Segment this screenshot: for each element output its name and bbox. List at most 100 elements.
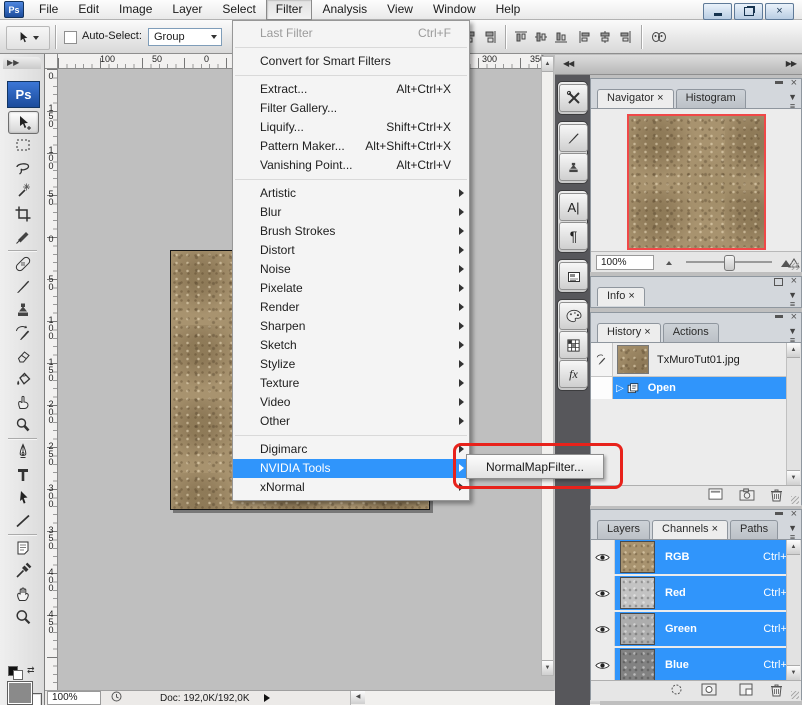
align-right-edges-button[interactable] (482, 29, 499, 45)
clone-stamp-tool[interactable] (8, 299, 37, 320)
distribute-vertical-centers-button[interactable] (533, 29, 550, 45)
panel-tab[interactable]: Navigator × (597, 89, 674, 108)
filter-menu-item[interactable] (235, 435, 467, 436)
expand-dock-icon[interactable]: ▶▶ (786, 59, 796, 68)
channel-visibility-cell[interactable] (591, 540, 615, 574)
channel-visibility-cell[interactable] (591, 576, 615, 610)
history-state-row[interactable]: ▷ Open (591, 377, 801, 399)
filter-menu-item[interactable]: Video (233, 393, 469, 412)
filter-menu-item[interactable]: Last Filter Ctrl+F (233, 24, 469, 43)
channel-visibility-cell[interactable] (591, 612, 615, 646)
menubar-item[interactable]: Window (423, 0, 486, 20)
brushes-panel-button[interactable] (559, 124, 588, 152)
panel-tab[interactable]: Actions (663, 323, 719, 342)
minimize-panel-icon[interactable] (775, 81, 783, 84)
brush-tool[interactable] (8, 276, 37, 297)
character-panel-button[interactable]: A| (559, 193, 588, 221)
close-panel-icon[interactable]: × (791, 508, 797, 520)
history-snapshot-thumbnail[interactable] (617, 345, 649, 374)
filter-menu-item[interactable]: Sharpen (233, 317, 469, 336)
channel-row[interactable]: RGB Ctrl+~ (591, 540, 801, 574)
filter-menu-item[interactable]: Artistic (233, 184, 469, 203)
minimize-panel-icon[interactable] (775, 315, 783, 318)
scroll-up-icon[interactable]: ▲ (542, 57, 553, 72)
menubar-item[interactable]: Help (486, 0, 531, 20)
move-tool[interactable] (8, 111, 39, 134)
line-tool[interactable] (8, 510, 37, 531)
clone-source-panel-button[interactable] (559, 153, 588, 181)
resize-grip[interactable] (791, 262, 799, 270)
history-brush-tool[interactable] (8, 322, 37, 343)
menubar-item[interactable]: Image (109, 0, 162, 20)
eraser-tool[interactable] (8, 345, 37, 366)
filter-menu-item[interactable]: NVIDIA Tools (233, 459, 469, 478)
history-brush-source-cell[interactable] (591, 343, 613, 376)
color-panel-button[interactable] (559, 302, 588, 330)
menubar-item[interactable]: Layer (162, 0, 212, 20)
menubar-item[interactable]: File (29, 0, 68, 20)
hand-tool[interactable] (8, 583, 37, 604)
filter-menu-item[interactable]: Render (233, 298, 469, 317)
history-scrollbar[interactable]: ▲ ▼ (786, 343, 801, 485)
slice-tool[interactable] (8, 226, 37, 247)
channel-entry[interactable]: Red Ctrl+1 (615, 576, 801, 610)
distribute-bottom-edges-button[interactable] (553, 29, 570, 45)
scroll-down-icon[interactable]: ▼ (787, 665, 800, 680)
panel-tab[interactable]: Layers (597, 520, 650, 539)
filter-menu-item[interactable] (235, 179, 467, 180)
minimize-button[interactable] (703, 3, 732, 20)
new-channel-button[interactable] (739, 683, 753, 699)
history-state-open[interactable]: ▷ Open (613, 377, 801, 399)
auto-align-layers-button[interactable] (650, 29, 667, 45)
maximize-panel-icon[interactable] (774, 278, 783, 286)
resize-grip[interactable] (791, 496, 799, 504)
paragraph-panel-button[interactable]: ¶ (559, 222, 588, 250)
swap-colors-icon[interactable]: ⇄ (27, 665, 35, 676)
channel-row[interactable]: Green Ctrl+2 (591, 612, 801, 646)
channel-row[interactable]: Blue Ctrl+3 (591, 648, 801, 680)
new-snapshot-button[interactable] (739, 488, 755, 504)
channel-visibility-cell[interactable] (591, 648, 615, 680)
new-document-from-state-button[interactable] (708, 488, 723, 504)
dodge-tool[interactable] (8, 414, 37, 435)
save-selection-as-channel-button[interactable] (701, 683, 717, 699)
filter-menu-item[interactable]: Vanishing Point... Alt+Ctrl+V (233, 156, 469, 175)
menubar-item[interactable]: Filter (266, 0, 313, 20)
move-tool-preset[interactable] (6, 26, 50, 50)
filter-menu-item[interactable]: Blur (233, 203, 469, 222)
scroll-down-icon[interactable]: ▼ (542, 660, 553, 675)
filter-menu-item[interactable]: Pattern Maker... Alt+Shift+Ctrl+X (233, 137, 469, 156)
distribute-right-edges-button[interactable] (617, 29, 634, 45)
menubar-item[interactable]: Edit (68, 0, 109, 20)
close-button[interactable]: × (765, 3, 794, 20)
minimize-panel-icon[interactable] (775, 512, 783, 515)
delete-channel-button[interactable] (770, 683, 783, 700)
channel-entry[interactable]: Blue Ctrl+3 (615, 648, 801, 680)
styles-panel-button[interactable]: fx (559, 360, 588, 388)
filter-menu-item[interactable]: Texture (233, 374, 469, 393)
resize-grip[interactable] (791, 691, 799, 699)
filter-menu-item[interactable] (235, 47, 467, 48)
distribute-left-edges-button[interactable] (577, 29, 594, 45)
default-colors-control[interactable]: ⇄ (8, 666, 38, 678)
channel-thumbnail[interactable] (620, 577, 655, 609)
distribute-top-edges-button[interactable] (513, 29, 530, 45)
scroll-down-icon[interactable]: ▼ (787, 470, 800, 485)
channel-thumbnail[interactable] (620, 541, 655, 573)
photoshop-logo-button[interactable]: Ps (7, 81, 40, 108)
filter-menu-item[interactable]: Filter Gallery... (233, 99, 469, 118)
filter-menu-item[interactable]: Other (233, 412, 469, 431)
paint-bucket-tool[interactable] (8, 368, 37, 389)
zoom-level-field[interactable]: 100% (47, 691, 101, 705)
history-source-row[interactable]: TxMuroTut01.jpg (591, 343, 801, 377)
scroll-left-icon[interactable]: ◀ (351, 691, 365, 704)
smudge-tool[interactable] (8, 391, 37, 412)
swatches-panel-button[interactable] (559, 331, 588, 359)
magic-wand-tool[interactable] (8, 180, 37, 201)
filter-menu-item[interactable]: Convert for Smart Filters (233, 52, 469, 71)
notes-tool[interactable] (8, 537, 37, 558)
panel-menu-icon[interactable]: ▼≡ (788, 291, 797, 309)
tool-presets-panel-button[interactable] (559, 84, 588, 112)
channel-thumbnail[interactable] (620, 613, 655, 645)
slider-thumb[interactable] (724, 255, 735, 271)
